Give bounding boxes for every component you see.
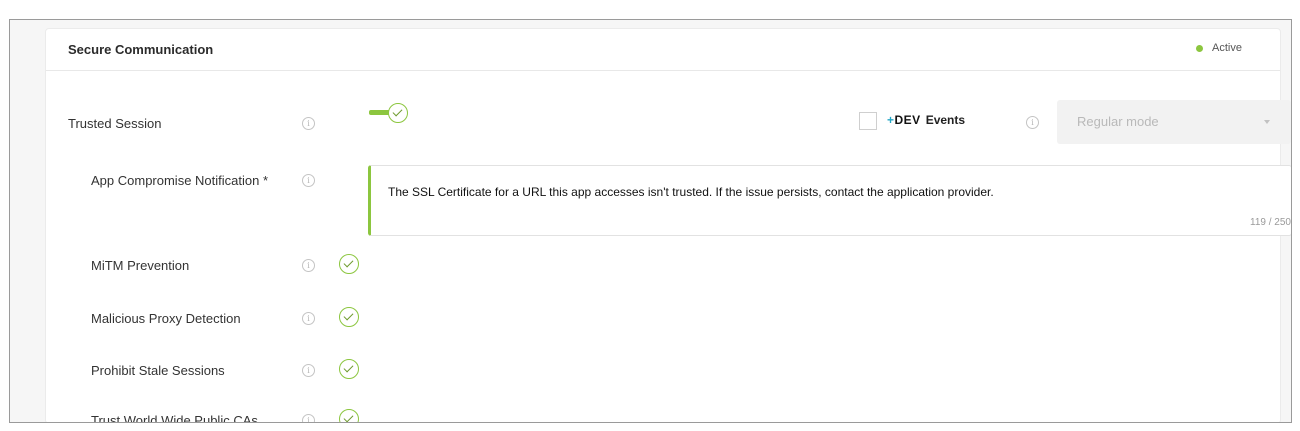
dev-events-label: +DEV Events bbox=[887, 113, 965, 127]
prohibit-stale-sessions-check-icon[interactable] bbox=[339, 359, 359, 379]
malicious-proxy-check-icon[interactable] bbox=[339, 307, 359, 327]
mode-select[interactable]: Regular mode bbox=[1057, 100, 1291, 144]
dev-events-info-icon[interactable]: i bbox=[1026, 116, 1039, 129]
dev-events-checkbox[interactable] bbox=[859, 112, 877, 130]
status-dot-icon bbox=[1196, 44, 1204, 52]
mitm-prevention-label: MiTM Prevention bbox=[91, 258, 190, 273]
status-badge: Active bbox=[1196, 42, 1242, 54]
prohibit-stale-sessions-label: Prohibit Stale Sessions bbox=[91, 363, 225, 378]
malicious-proxy-detection-label: Malicious Proxy Detection bbox=[91, 311, 241, 326]
dev-events-text: Events bbox=[925, 113, 966, 127]
trust-public-cas-label: Trust World Wide Public CAs bbox=[91, 413, 258, 423]
character-counter: 119 / 250 bbox=[1250, 217, 1291, 228]
trusted-session-info-icon[interactable]: i bbox=[302, 117, 315, 130]
chevron-down-icon bbox=[1264, 120, 1270, 124]
prohibit-stale-sessions-info-icon[interactable]: i bbox=[302, 364, 315, 377]
secure-communication-card: Secure Communication Active Trusted Sess… bbox=[45, 28, 1291, 423]
malicious-proxy-info-icon[interactable]: i bbox=[302, 312, 315, 325]
trust-public-cas-info-icon[interactable]: i bbox=[302, 414, 315, 422]
app-compromise-info-icon[interactable]: i bbox=[302, 174, 315, 187]
trusted-session-label: Trusted Session bbox=[68, 116, 162, 131]
card-title: Secure Communication bbox=[68, 42, 214, 57]
status-label: Active bbox=[1212, 42, 1242, 54]
notification-message-text: The SSL Certificate for a URL this app a… bbox=[388, 185, 994, 199]
card-header: Secure Communication Active bbox=[46, 29, 1280, 71]
mitm-prevention-info-icon[interactable]: i bbox=[302, 259, 315, 272]
dev-logo: +DEV bbox=[887, 113, 921, 127]
screenshot-frame: Secure Communication Active Trusted Sess… bbox=[9, 19, 1292, 423]
app-compromise-notification-label: App Compromise Notification * bbox=[91, 173, 269, 188]
trusted-session-toggle-check-icon[interactable] bbox=[388, 103, 408, 123]
mitm-prevention-check-icon[interactable] bbox=[339, 254, 359, 274]
notification-message-textarea[interactable]: The SSL Certificate for a URL this app a… bbox=[368, 165, 1291, 236]
mode-select-value: Regular mode bbox=[1077, 114, 1159, 129]
trust-public-cas-check-icon[interactable] bbox=[339, 409, 359, 422]
